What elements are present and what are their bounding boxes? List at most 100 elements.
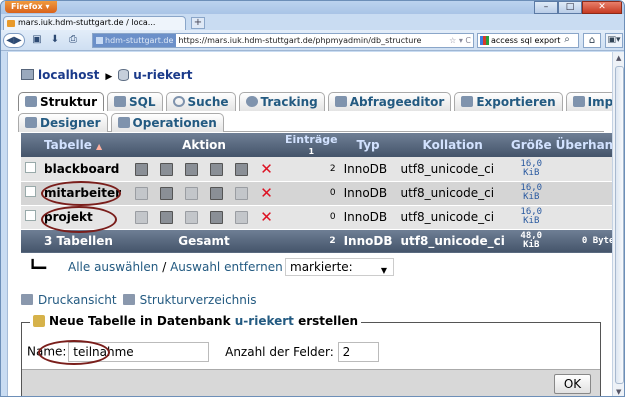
tab-tracking[interactable]: Tracking [238, 92, 325, 111]
row-type: InnoDB [339, 181, 397, 206]
browse-icon[interactable] [135, 162, 149, 176]
browse-icon [135, 211, 149, 224]
browser-tab[interactable]: mars.iuk.hdm-stuttgart.de / loca... [3, 16, 186, 30]
create-table-legend: Neue Tabelle in Datenbank u-riekert erst… [30, 314, 362, 328]
import-icon [572, 96, 585, 107]
database-icon [118, 69, 130, 81]
row-actions: ✕ [125, 181, 284, 206]
tab-struktur[interactable]: Struktur [18, 92, 105, 111]
page-content: localhost ▶ u-riekert Struktur SQL Suche Trac… [7, 52, 624, 396]
total-type: InnoDB [339, 229, 397, 254]
header-kollation[interactable]: Kollation [396, 133, 509, 157]
empty-icon[interactable] [235, 162, 249, 176]
row-collation: utf8_unicode_ci [396, 181, 509, 206]
insert-icon[interactable] [210, 162, 224, 176]
select-all-link[interactable]: Alle auswählen [68, 260, 158, 274]
bookmarks-icon[interactable]: ▣ [29, 33, 45, 48]
total-size: 48,0 KiB [508, 229, 554, 254]
vertical-scrollbar[interactable]: ▲ ▼ [612, 52, 624, 396]
search-icon[interactable]: ⌕ [559, 33, 575, 48]
tab-operationen[interactable]: Operationen [110, 113, 224, 132]
ok-button[interactable]: OK [554, 374, 591, 394]
bookmark-star-icon[interactable]: ☆ ▾ C [449, 34, 471, 47]
with-selected-dropdown[interactable]: markierte: ▼ [285, 258, 394, 276]
tab-suche[interactable]: Suche [165, 92, 236, 111]
header-checkbox-col [21, 133, 40, 157]
row-checkbox[interactable] [25, 161, 36, 173]
structure-icon[interactable] [160, 211, 174, 224]
data-dictionary-link[interactable]: Strukturverzeichnis [140, 293, 257, 307]
tab-designer[interactable]: Designer [18, 113, 108, 132]
create-table-form: Neue Tabelle in Datenbank u-riekert erst… [21, 314, 601, 396]
totals-row: 3 Tabellen Gesamt 2 InnoDB utf8_unicode_… [21, 229, 624, 254]
highlight-oval-teilnahme [38, 340, 110, 365]
browser-tab-title: mars.iuk.hdm-stuttgart.de / loca... [18, 18, 156, 27]
sort-ascending-icon: ▲ [96, 142, 103, 151]
back-button[interactable]: ◀▶ [3, 33, 25, 48]
header-aktion: Aktion [125, 133, 284, 157]
header-tabelle[interactable]: Tabelle ▲ [40, 133, 126, 157]
empty-icon [235, 187, 249, 200]
row-actions: ✕ [125, 157, 284, 182]
drop-icon[interactable]: ✕ [260, 210, 273, 225]
favicon-icon [7, 20, 15, 27]
highlight-oval-projekt [41, 206, 117, 233]
scroll-down-icon[interactable]: ▼ [616, 388, 621, 396]
row-checkbox[interactable] [25, 186, 36, 197]
browser-window: Firefox ▾ – □ ✕ mars.iuk.hdm-stuttgart.d… [0, 0, 625, 397]
breadcrumb-server[interactable]: localhost [38, 68, 99, 82]
total-entries: 2 [283, 229, 340, 254]
print-view-link[interactable]: Druckansicht [38, 293, 117, 307]
site-identity-badge[interactable]: hdm-stuttgart.de [93, 34, 177, 47]
row-entries: 0 [283, 181, 340, 206]
header-eintraege[interactable]: Einträge 1 [283, 133, 340, 157]
fields-count-input[interactable]: 2 [337, 342, 379, 362]
designer-icon [25, 117, 37, 128]
print-icon[interactable]: ⎙ [65, 33, 81, 48]
deselect-all-link[interactable]: Auswahl entfernen [170, 260, 283, 274]
search-icon [185, 187, 199, 200]
table-name-link[interactable]: blackboard [40, 157, 126, 182]
dictionary-icon [122, 294, 135, 305]
title-bar: Firefox ▾ – □ ✕ [1, 1, 624, 14]
firefox-menu-button[interactable]: Firefox ▾ [5, 1, 57, 13]
header-groesse[interactable]: Größe [508, 133, 554, 157]
drop-icon[interactable]: ✕ [260, 161, 273, 176]
structure-icon[interactable] [160, 187, 174, 200]
empty-icon [235, 211, 249, 224]
new-table-icon [33, 315, 45, 327]
header-typ[interactable]: Typ [339, 133, 397, 157]
scroll-thumb[interactable] [615, 66, 624, 384]
home-icon[interactable]: ⌂ [583, 33, 601, 48]
row-size[interactable]: 16,0 KiB [508, 205, 554, 230]
minimize-button[interactable]: – [534, 1, 558, 14]
downloads-icon[interactable]: ⬇ [47, 33, 63, 48]
print-icon [21, 294, 33, 305]
row-size[interactable]: 16,0 KiB [508, 181, 554, 206]
chevron-down-icon: ▼ [380, 266, 387, 275]
structure-icon [25, 96, 37, 107]
close-window-button[interactable]: ✕ [582, 1, 622, 14]
search-icon[interactable] [185, 162, 199, 176]
url-bar[interactable]: hdm-stuttgart.de https://mars.iuk.hdm-stu… [92, 33, 474, 48]
insert-icon[interactable] [210, 187, 224, 200]
maximize-button[interactable]: □ [558, 1, 582, 14]
scroll-up-icon[interactable]: ▲ [616, 54, 621, 62]
drop-icon[interactable]: ✕ [260, 186, 273, 201]
insert-icon[interactable] [210, 211, 224, 224]
tab-abfrageeditor[interactable]: Abfrageeditor [327, 92, 452, 111]
total-label: Gesamt [125, 229, 284, 254]
row-size[interactable]: 16,0 KiB [508, 157, 554, 182]
tab-exportieren[interactable]: Exportieren [454, 92, 563, 111]
url-text: https://mars.iuk.hdm-stuttgart.de/phpmya… [178, 36, 422, 45]
selection-bar: ┗━ Alle auswählen / Auswahl entfernen ma… [21, 257, 601, 279]
search-icon [172, 96, 185, 107]
row-checkbox[interactable] [25, 210, 36, 221]
addon-menu-icon[interactable]: ▣▾ [605, 33, 623, 48]
breadcrumb-database[interactable]: u-riekert [133, 68, 192, 82]
tab-sql[interactable]: SQL [107, 92, 163, 111]
search-engine-icon[interactable] [480, 36, 489, 45]
new-tab-button[interactable]: + [191, 17, 205, 29]
structure-icon[interactable] [160, 162, 174, 176]
row-entries: 0 [283, 205, 340, 230]
